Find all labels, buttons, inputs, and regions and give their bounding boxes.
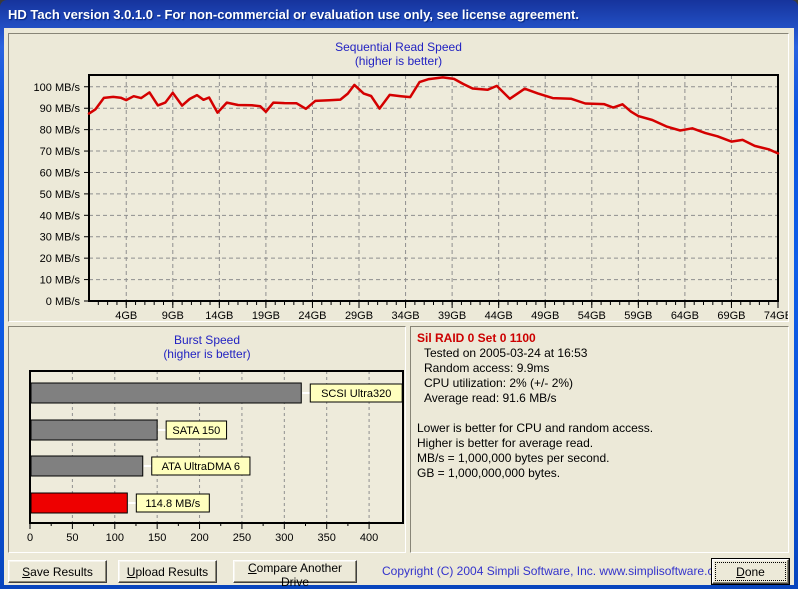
sequential-chart-title-block: Sequential Read Speed (higher is better)	[9, 40, 788, 68]
svg-text:34GB: 34GB	[391, 310, 419, 322]
note-mbs-definition: MB/s = 1,000,000 bytes per second.	[417, 451, 610, 465]
upload-results-button[interactable]: Upload Results	[118, 560, 217, 583]
svg-text:0: 0	[27, 532, 33, 544]
save-results-button[interactable]: Save Results	[8, 560, 107, 583]
svg-text:19GB: 19GB	[252, 310, 280, 322]
svg-text:44GB: 44GB	[485, 310, 513, 322]
svg-text:50 MB/s: 50 MB/s	[40, 189, 81, 201]
burst-chart-subtitle: (higher is better)	[163, 347, 251, 361]
copyright-text: Copyright (C) 2004 Simpli Software, Inc.…	[382, 564, 731, 578]
done-button[interactable]: Done	[712, 559, 789, 584]
svg-text:30 MB/s: 30 MB/s	[40, 232, 81, 244]
svg-text:100 MB/s: 100 MB/s	[34, 82, 81, 94]
svg-text:4GB: 4GB	[115, 310, 137, 322]
svg-text:10 MB/s: 10 MB/s	[40, 275, 81, 287]
svg-text:74GB: 74GB	[764, 310, 788, 322]
random-access: Random access: 9.9ms	[424, 361, 550, 375]
svg-text:39GB: 39GB	[438, 310, 466, 322]
svg-text:200: 200	[190, 532, 208, 544]
svg-text:49GB: 49GB	[531, 310, 559, 322]
hd-tach-window: HD Tach version 3.0.1.0 - For non-commer…	[0, 0, 798, 589]
svg-text:SATA 150: SATA 150	[172, 425, 220, 437]
svg-text:29GB: 29GB	[345, 310, 373, 322]
window-content: Sequential Read Speed (higher is better)…	[4, 28, 794, 589]
svg-text:ATA UltraDMA 6: ATA UltraDMA 6	[162, 461, 240, 473]
average-read: Average read: 91.6 MB/s	[424, 391, 557, 405]
sequential-chart-title: Sequential Read Speed	[335, 40, 462, 54]
svg-text:20 MB/s: 20 MB/s	[40, 253, 81, 265]
svg-text:60 MB/s: 60 MB/s	[40, 167, 81, 179]
drive-name: Sil RAID 0 Set 0 1100	[417, 331, 536, 345]
svg-text:300: 300	[275, 532, 293, 544]
svg-text:14GB: 14GB	[205, 310, 233, 322]
burst-chart-title: Burst Speed	[173, 333, 241, 347]
burst-speed-chart: 0 50 100 150 200 250 300 350 400 SCSI Ultra320 SAT…	[27, 370, 404, 544]
svg-text:250: 250	[233, 532, 251, 544]
svg-text:40 MB/s: 40 MB/s	[40, 210, 81, 222]
svg-text:69GB: 69GB	[717, 310, 745, 322]
svg-text:54GB: 54GB	[578, 310, 606, 322]
svg-text:150: 150	[148, 532, 166, 544]
title-bar[interactable]: HD Tach version 3.0.1.0 - For non-commer…	[0, 0, 798, 28]
svg-text:24GB: 24GB	[298, 310, 326, 322]
svg-text:80 MB/s: 80 MB/s	[40, 125, 81, 137]
sequential-read-chart: 0 MB/s 10 MB/s 20 MB/s 30 MB/s 40 MB/s 50 MB/…	[34, 74, 788, 322]
svg-text:9GB: 9GB	[162, 310, 184, 322]
svg-text:400: 400	[360, 532, 378, 544]
svg-text:59GB: 59GB	[624, 310, 652, 322]
burst-chart-title-block: Burst Speed (higher is better)	[9, 333, 405, 361]
svg-text:114.8 MB/s: 114.8 MB/s	[145, 498, 200, 510]
drive-info-panel: Sil RAID 0 Set 0 1100 Tested on 2005-03-…	[410, 326, 789, 553]
svg-text:0 MB/s: 0 MB/s	[46, 296, 81, 308]
tested-on: Tested on 2005-03-24 at 16:53	[424, 346, 588, 360]
svg-text:64GB: 64GB	[671, 310, 699, 322]
done-button-frame: Done	[711, 558, 790, 585]
note-gb-definition: GB = 1,000,000,000 bytes.	[417, 466, 561, 480]
svg-text:350: 350	[318, 532, 336, 544]
compare-another-drive-button[interactable]: Compare Another Drive	[233, 560, 357, 589]
sequential-chart-subtitle: (higher is better)	[354, 54, 443, 68]
svg-text:90 MB/s: 90 MB/s	[40, 103, 81, 115]
svg-text:70 MB/s: 70 MB/s	[40, 146, 81, 158]
sequential-read-panel: Sequential Read Speed (higher is better)…	[8, 33, 789, 322]
note-cpu-random: Lower is better for CPU and random acces…	[417, 421, 654, 435]
burst-speed-panel: Burst Speed (higher is better) 0 50 100 150…	[8, 326, 406, 553]
cpu-utilization: CPU utilization: 2% (+/- 2%)	[424, 376, 574, 390]
svg-text:100: 100	[106, 532, 124, 544]
svg-text:50: 50	[66, 532, 78, 544]
note-average-read: Higher is better for average read.	[417, 436, 594, 450]
svg-text:SCSI Ultra320: SCSI Ultra320	[321, 388, 391, 400]
